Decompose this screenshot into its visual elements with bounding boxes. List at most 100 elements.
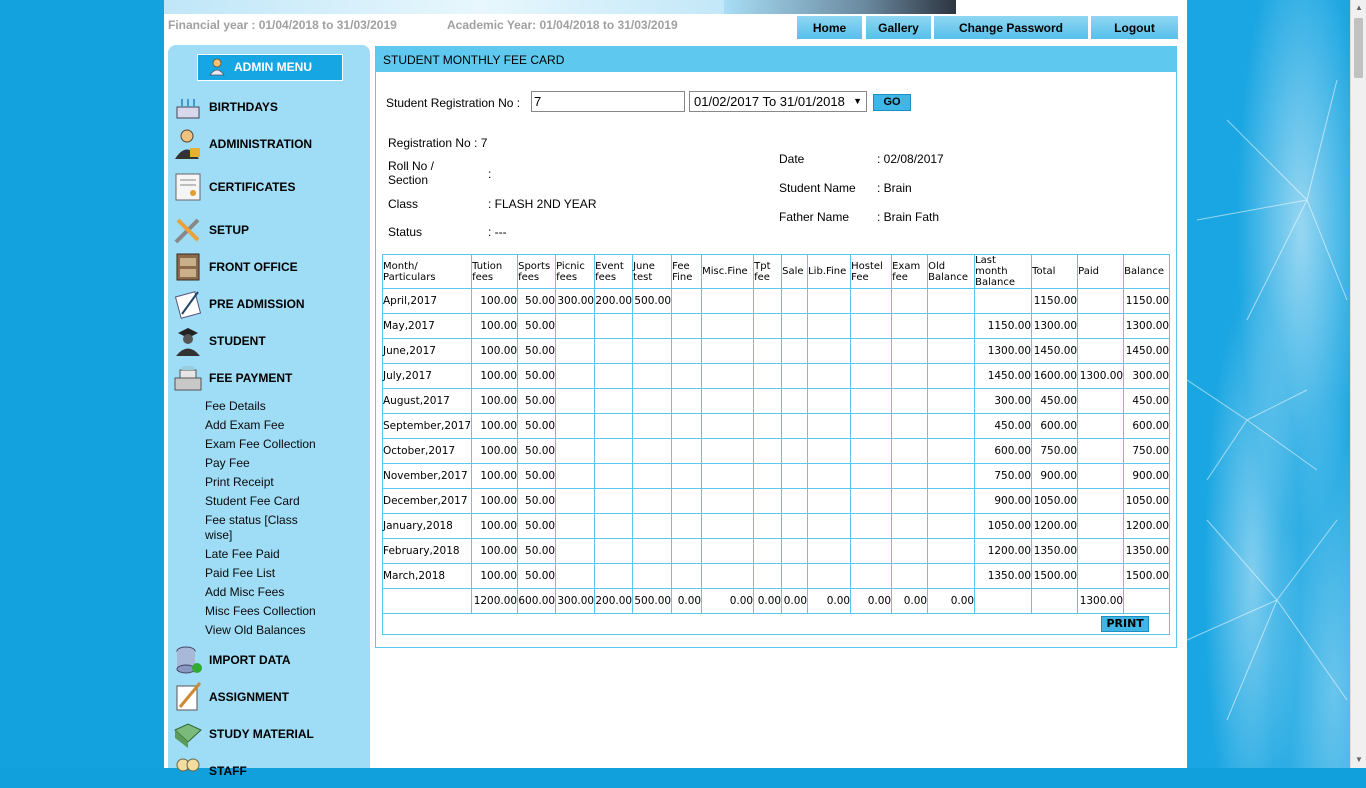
table-cell: June,2017 (381, 338, 473, 364)
table-total-cell: 0.00 (671, 588, 703, 614)
table-cell (850, 413, 893, 439)
change-password-button[interactable]: Change Password (933, 15, 1089, 40)
table-cell (891, 538, 929, 564)
table-cell: 1450.00 (1123, 338, 1171, 364)
table-cell: 1300.00 (1031, 313, 1079, 339)
table-total-cell: 0.00 (850, 588, 893, 614)
frost-pattern-icon (1187, 79, 1348, 721)
table-cell (594, 413, 634, 439)
registration-no-input[interactable] (531, 91, 685, 112)
table-total-cell: 600.00 (517, 588, 557, 614)
table-row: May,2017 100.00 50.00 1150.00 1300.00 1300.00 (381, 313, 1171, 339)
table-cell (850, 513, 893, 539)
table-cell: 450.00 (1031, 388, 1079, 414)
menu-study-material[interactable]: STUDY MATERIAL (168, 717, 368, 751)
table-cell (632, 363, 673, 389)
admin-menu-button[interactable]: ADMIN MENU (197, 54, 343, 81)
table-cell (594, 313, 634, 339)
menu-administration[interactable]: ADMINISTRATION (168, 127, 368, 161)
scroll-up-arrow-icon[interactable]: ▲ (1351, 0, 1366, 16)
table-cell (1077, 438, 1125, 464)
menu-front-office[interactable]: FRONT OFFICE (168, 250, 368, 284)
table-cell: 500.00 (632, 288, 673, 314)
submenu-misc-fees-collection[interactable]: Misc Fees Collection (205, 604, 335, 619)
table-cell (927, 513, 976, 539)
date-label: Date (779, 152, 805, 166)
table-cell (807, 288, 852, 314)
submenu-add-exam-fee[interactable]: Add Exam Fee (205, 418, 335, 433)
table-cell (671, 463, 703, 489)
logout-button[interactable]: Logout (1090, 15, 1179, 40)
left-background (0, 0, 164, 768)
submenu-fee-status-class-wise[interactable]: Fee status [Class wise] (205, 513, 315, 543)
table-cell: September,2017 (381, 413, 473, 439)
table-cell: 100.00 (471, 338, 519, 364)
print-button[interactable]: PRINT (1101, 616, 1150, 632)
registration-no-label: Student Registration No : (386, 96, 521, 110)
table-cell (891, 513, 929, 539)
gallery-button[interactable]: Gallery (865, 15, 932, 40)
submenu-view-old-balances[interactable]: View Old Balances (205, 623, 335, 638)
menu-certificates[interactable]: CERTIFICATES (168, 170, 368, 204)
submenu-add-misc-fees[interactable]: Add Misc Fees (205, 585, 335, 600)
staff-icon (176, 758, 200, 772)
table-cell (594, 388, 634, 414)
submenu-exam-fee-collection[interactable]: Exam Fee Collection (205, 437, 335, 452)
submenu-fee-details[interactable]: Fee Details (205, 399, 335, 414)
submenu-late-fee-paid[interactable]: Late Fee Paid (205, 547, 335, 562)
table-cell (671, 313, 703, 339)
menu-pre-admission[interactable]: PRE ADMISSION (168, 287, 368, 321)
table-total-cell: 0.00 (807, 588, 852, 614)
menu-student[interactable]: STUDENT (168, 324, 368, 358)
status-label: Status (388, 225, 423, 239)
scroll-thumb[interactable] (1354, 18, 1363, 78)
tools-icon (174, 218, 200, 244)
submenu-student-fee-card[interactable]: Student Fee Card (205, 494, 335, 509)
table-cell (671, 438, 703, 464)
table-cell (781, 338, 809, 364)
menu-import-data[interactable]: IMPORT DATA (168, 643, 368, 677)
submenu-pay-fee[interactable]: Pay Fee (205, 456, 335, 471)
submenu-print-receipt[interactable]: Print Receipt (205, 475, 335, 490)
table-cell: 50.00 (517, 438, 557, 464)
cash-register-icon (174, 366, 202, 391)
table-cell: 1300.00 (974, 338, 1033, 364)
table-cell: August,2017 (381, 388, 473, 414)
menu-front-office-label: FRONT OFFICE (209, 260, 298, 274)
scroll-down-arrow-icon[interactable]: ▼ (1351, 752, 1366, 768)
table-cell: 1350.00 (1123, 538, 1171, 564)
decorative-background (1187, 0, 1350, 768)
table-cell: January,2018 (381, 513, 473, 539)
table-cell: 100.00 (471, 488, 519, 514)
table-cell (753, 513, 783, 539)
menu-assignment[interactable]: ASSIGNMENT (168, 680, 368, 714)
menu-staff[interactable]: STAFF (168, 754, 368, 788)
table-cell (850, 388, 893, 414)
menu-fee-payment[interactable]: FEE PAYMENT (168, 361, 368, 395)
menu-birthdays-label: BIRTHDAYS (209, 100, 278, 114)
home-button[interactable]: Home (796, 15, 863, 40)
table-cell: December,2017 (381, 488, 473, 514)
table-row: December,2017 100.00 50.00 900.00 1050.00 105… (381, 488, 1171, 514)
table-cell: 1150.00 (1123, 288, 1171, 314)
table-cell (753, 463, 783, 489)
menu-setup[interactable]: SETUP (168, 213, 368, 247)
table-cell (671, 338, 703, 364)
submenu-paid-fee-list[interactable]: Paid Fee List (205, 566, 335, 581)
table-cell: 50.00 (517, 563, 557, 589)
table-cell (632, 538, 673, 564)
date-range-select[interactable]: 01/02/2017 To 31/01/2018 ▼ (689, 91, 867, 112)
table-cell (781, 438, 809, 464)
book-icon (174, 723, 202, 748)
table-cell: November,2017 (381, 463, 473, 489)
go-button[interactable]: GO (873, 94, 911, 111)
father-name-value: : Brain Fath (877, 210, 940, 224)
table-cell: 450.00 (1123, 388, 1171, 414)
table-cell: 100.00 (471, 413, 519, 439)
financial-year-text: Financial year : 01/04/2018 to 31/03/201… (168, 18, 397, 32)
table-cell (671, 563, 703, 589)
table-cell (974, 288, 1033, 314)
student-icon (176, 328, 200, 356)
page-scrollbar[interactable]: ▲ ▼ (1350, 0, 1366, 768)
menu-birthdays[interactable]: BIRTHDAYS (168, 90, 368, 124)
